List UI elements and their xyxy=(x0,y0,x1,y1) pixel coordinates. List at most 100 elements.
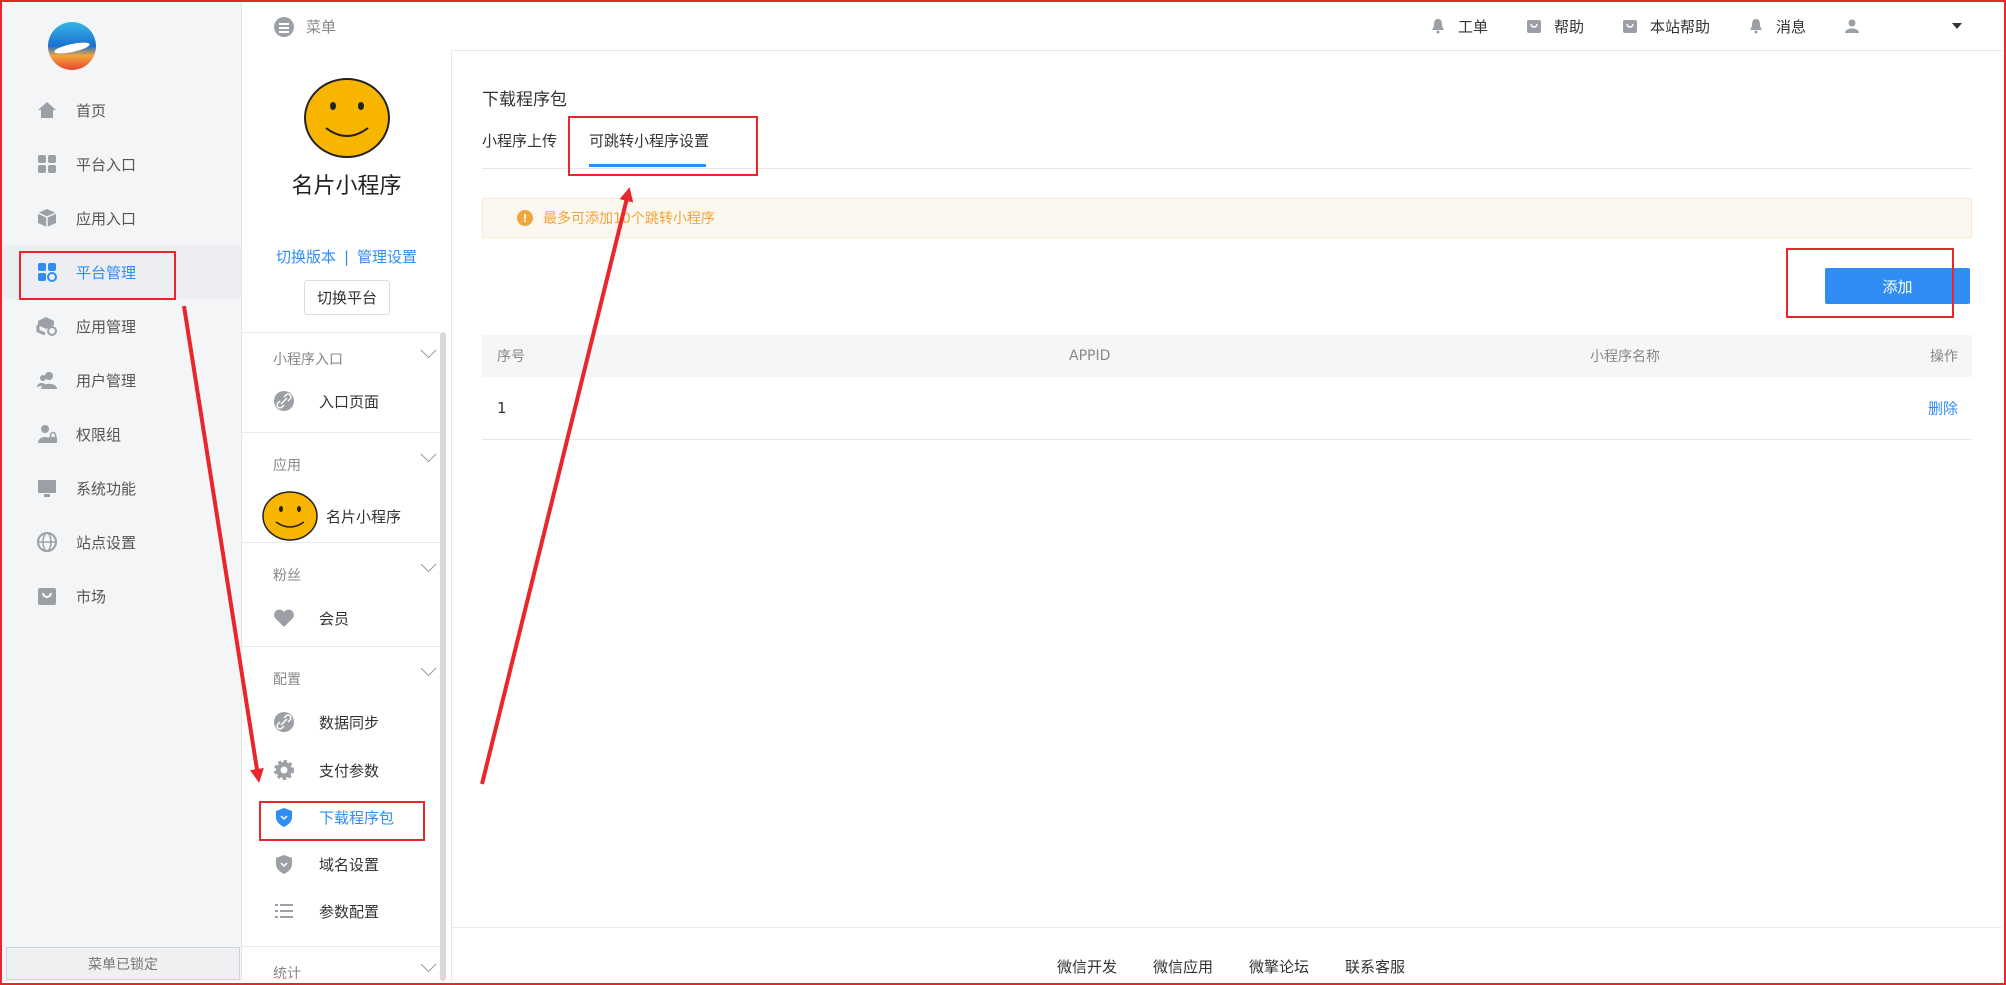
chevron-down-icon xyxy=(1952,23,1962,29)
sidebar-nav: 首页 平台入口 应用入口 平台管理 应用管理 用户管理 权限组 系统功能 站点设… xyxy=(2,83,241,623)
chevron-down-icon[interactable] xyxy=(420,446,437,463)
gear-icon xyxy=(273,759,295,781)
tab-jump-miniapp-settings[interactable]: 可跳转小程序设置 xyxy=(589,130,709,168)
sidebar-item-permission-group[interactable]: 权限组 xyxy=(2,407,241,461)
notice-bar: ! 最多可添加10个跳转小程序 xyxy=(482,198,1972,238)
shield-icon xyxy=(273,806,295,828)
active-tab-indicator xyxy=(589,164,706,167)
section-miniapp-entry: 小程序入口 入口页面 xyxy=(242,332,440,433)
bag-icon xyxy=(36,585,58,607)
menu-lock-button[interactable]: 菜单已锁定 xyxy=(6,947,240,980)
top-link-help[interactable]: 帮助 xyxy=(1526,16,1584,37)
tab-miniapp-upload[interactable]: 小程序上传 xyxy=(482,130,557,168)
panel-item-entry-page[interactable]: 入口页面 xyxy=(273,390,379,412)
manage-settings-link[interactable]: 管理设置 xyxy=(357,248,417,266)
sidebar-item-label: 站点设置 xyxy=(76,533,137,552)
add-button[interactable]: 添加 xyxy=(1825,268,1970,304)
footer-link[interactable]: 微信开发 xyxy=(1057,956,1117,977)
top-link-messages[interactable]: 消息 xyxy=(1748,16,1806,37)
switch-platform-button[interactable]: 切换平台 xyxy=(304,280,390,315)
section-title: 统计 xyxy=(273,966,301,981)
panel-item-label: 会员 xyxy=(319,609,350,628)
chevron-down-icon[interactable] xyxy=(420,660,437,677)
top-link-site-help[interactable]: 本站帮助 xyxy=(1622,16,1710,37)
section-title: 粉丝 xyxy=(273,568,301,584)
top-link-label: 工单 xyxy=(1457,17,1488,36)
sidebar-item-label: 市场 xyxy=(76,587,107,606)
footer-links: 微信开发 微信应用 微擎论坛 联系客服 xyxy=(1057,956,1441,977)
sidebar-item-label: 系统功能 xyxy=(76,479,137,498)
sidebar-item-app-entry[interactable]: 应用入口 xyxy=(2,191,241,245)
panel-item-label: 名片小程序 xyxy=(326,507,402,526)
delete-link[interactable]: 删除 xyxy=(1928,398,1958,419)
app-name: 名片小程序 xyxy=(291,174,402,199)
column-header: APPID xyxy=(1069,348,1111,364)
main-sidebar: 首页 平台入口 应用入口 平台管理 应用管理 用户管理 权限组 系统功能 站点设… xyxy=(2,2,242,981)
bell-icon xyxy=(1749,19,1762,34)
top-link-label: 本站帮助 xyxy=(1649,17,1710,36)
page-title: 下载程序包 xyxy=(482,90,567,110)
sidebar-item-platform-manage[interactable]: 平台管理 xyxy=(2,245,241,299)
logo[interactable] xyxy=(48,22,96,70)
section-app: 应用 名片小程序 xyxy=(242,432,440,543)
link-separator: | xyxy=(343,248,350,266)
sidebar-item-label: 权限组 xyxy=(76,425,122,444)
footer-divider xyxy=(452,927,2002,928)
footer-link[interactable]: 联系客服 xyxy=(1345,956,1405,977)
sidebar-item-user-manage[interactable]: 用户管理 xyxy=(2,353,241,407)
top-link-label: 帮助 xyxy=(1553,17,1584,36)
sidebar-item-app-manage[interactable]: 应用管理 xyxy=(2,299,241,353)
chevron-down-icon[interactable] xyxy=(420,342,437,359)
footer-link[interactable]: 微擎论坛 xyxy=(1249,956,1309,977)
sidebar-item-home[interactable]: 首页 xyxy=(2,83,241,137)
panel-item-label: 入口页面 xyxy=(319,392,380,411)
column-header: 操作 xyxy=(1930,349,1958,365)
sidebar-item-label: 首页 xyxy=(76,101,107,120)
cube-icon xyxy=(36,207,58,229)
shield-icon xyxy=(273,853,295,875)
panel-item-data-sync[interactable]: 数据同步 xyxy=(273,711,379,733)
top-link-ticket[interactable]: 工单 xyxy=(1430,16,1488,37)
column-header: 小程序名称 xyxy=(1590,349,1660,365)
section-config: 配置 数据同步 支付参数 下载程序包 域名设置 参数配置 xyxy=(242,646,440,947)
section-title: 应用 xyxy=(273,458,301,474)
top-bar: 菜单 工单 帮助 本站帮助 消息 xyxy=(242,2,2002,51)
top-link-label: 消息 xyxy=(1775,17,1806,36)
panel-item-download-package[interactable]: 下载程序包 xyxy=(273,806,394,828)
panel-item-label: 参数配置 xyxy=(319,902,380,921)
app-panel: 名片小程序 切换版本 | 管理设置 切换平台 小程序入口 入口页面 应用 名片小程序… xyxy=(242,50,452,981)
sidebar-item-label: 用户管理 xyxy=(76,371,137,390)
list-icon xyxy=(273,900,295,922)
smiley-avatar xyxy=(304,78,390,158)
user-menu[interactable] xyxy=(1844,18,1962,34)
panel-scrollbar[interactable] xyxy=(440,332,446,981)
chevron-down-icon[interactable] xyxy=(420,556,437,573)
sidebar-item-label: 应用入口 xyxy=(76,209,137,228)
sidebar-item-market[interactable]: 市场 xyxy=(2,569,241,623)
menu-label: 菜单 xyxy=(306,18,337,36)
footer-link[interactable]: 微信应用 xyxy=(1153,956,1213,977)
section-fans: 粉丝 会员 xyxy=(242,542,440,647)
panel-item-app[interactable]: 名片小程序 xyxy=(262,491,401,541)
panel-item-payment[interactable]: 支付参数 xyxy=(273,759,379,781)
sidebar-item-label: 平台管理 xyxy=(76,263,137,282)
menu-toggle[interactable]: 菜单 xyxy=(274,16,336,37)
section-title: 小程序入口 xyxy=(273,352,343,368)
sidebar-item-platform-entry[interactable]: 平台入口 xyxy=(2,137,241,191)
heart-icon xyxy=(273,607,295,629)
panel-item-member[interactable]: 会员 xyxy=(273,607,349,629)
link-icon xyxy=(273,711,295,733)
sidebar-item-label: 应用管理 xyxy=(76,317,137,336)
panel-item-params[interactable]: 参数配置 xyxy=(273,900,379,922)
column-header: 序号 xyxy=(497,349,525,365)
row-index: 1 xyxy=(497,399,507,417)
top-links: 工单 帮助 本站帮助 消息 xyxy=(1392,2,1962,50)
sidebar-item-label: 平台入口 xyxy=(76,155,137,174)
switch-version-link[interactable]: 切换版本 xyxy=(276,248,336,266)
chevron-down-icon[interactable] xyxy=(420,956,437,973)
panel-item-domain[interactable]: 域名设置 xyxy=(273,853,379,875)
home-icon xyxy=(36,99,58,121)
sidebar-item-site-settings[interactable]: 站点设置 xyxy=(2,515,241,569)
jump-miniapp-table: 序号 APPID 小程序名称 操作 1 删除 xyxy=(482,335,1972,440)
sidebar-item-system[interactable]: 系统功能 xyxy=(2,461,241,515)
